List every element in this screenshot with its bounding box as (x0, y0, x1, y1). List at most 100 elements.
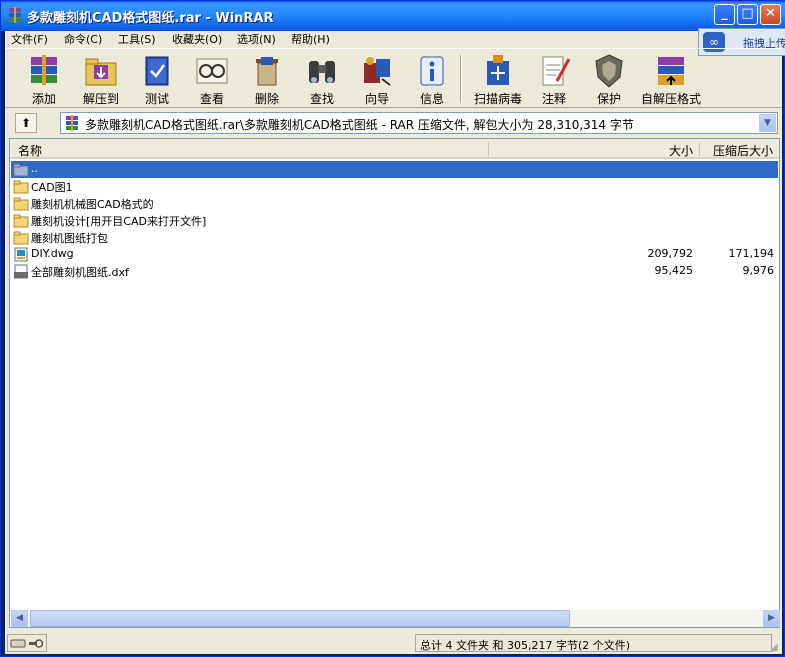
minimize-button[interactable]: _ (714, 4, 735, 25)
close-button[interactable]: ✕ (760, 4, 781, 25)
menu-file[interactable]: 文件(F) (11, 31, 48, 47)
file-name: 雕刻机图纸打包 (31, 232, 108, 245)
path-combobox[interactable]: 多款雕刻机CAD格式图纸.rar\多款雕刻机CAD格式图纸 - RAR 压缩文件… (60, 112, 778, 134)
file-list: 名称 大小 压缩后大小 .. CAD图1 雕刻机机械图CAD格式的 雕刻机设计[… (9, 138, 780, 628)
delete-label: 删除 (254, 92, 279, 106)
info-label: 信息 (419, 92, 444, 106)
list-row-file[interactable]: 全部雕刻机图纸.dxf 95,425 9,976 (11, 263, 778, 280)
file-name: 雕刻机设计[用开目CAD来打开文件] (31, 215, 207, 228)
folder-icon (13, 214, 29, 228)
list-row-file[interactable]: DIY.dwg 209,792 171,194 (11, 246, 778, 263)
resize-grip-icon[interactable]: ◢ (770, 642, 782, 654)
view-glasses-icon (196, 58, 228, 84)
test-button[interactable]: 测试 (130, 53, 184, 106)
find-label: 查找 (309, 92, 334, 106)
scan-virus-icon (487, 55, 509, 85)
column-divider[interactable] (488, 142, 489, 156)
find-binoculars-icon (309, 61, 335, 83)
drive-key-icon (10, 639, 44, 648)
maximize-button[interactable]: □ (737, 4, 758, 25)
wizard-icon (364, 57, 391, 86)
info-icon (420, 56, 444, 86)
file-size: 95,425 (654, 264, 694, 277)
comment-button[interactable]: 注释 (527, 53, 581, 106)
folder-icon (13, 197, 29, 211)
menu-favorites[interactable]: 收藏夹(O) (172, 31, 222, 47)
list-row-parent[interactable]: .. (11, 161, 778, 178)
menu-options[interactable]: 选项(N) (237, 31, 276, 47)
status-icons-panel (7, 634, 47, 652)
protect-label: 保护 (596, 92, 621, 106)
winrar-app-icon (9, 7, 21, 23)
file-name: 全部雕刻机图纸.dxf (31, 266, 129, 279)
file-name: .. (31, 162, 38, 175)
comment-icon (542, 56, 571, 86)
comment-label: 注释 (541, 92, 566, 106)
list-row-folder[interactable]: 雕刻机图纸打包 (11, 229, 778, 246)
file-size: 209,792 (647, 247, 694, 260)
path-text: 多款雕刻机CAD格式图纸.rar\多款雕刻机CAD格式图纸 - RAR 压缩文件… (85, 118, 634, 132)
delete-button[interactable]: 删除 (240, 53, 294, 106)
rar-archive-icon (66, 115, 78, 131)
folder-icon (13, 231, 29, 245)
file-name: 雕刻机机械图CAD格式的 (31, 198, 154, 211)
dwg-file-icon (14, 247, 28, 262)
menu-help[interactable]: 帮助(H) (291, 31, 330, 47)
list-row-folder[interactable]: 雕刻机机械图CAD格式的 (11, 195, 778, 212)
list-row-folder[interactable]: 雕刻机设计[用开目CAD来打开文件] (11, 212, 778, 229)
list-header: 名称 大小 压缩后大小 (10, 139, 779, 159)
test-book-icon (145, 56, 169, 86)
scroll-thumb[interactable] (30, 610, 570, 627)
protect-shield-icon (595, 54, 623, 88)
menu-bar: 文件(F) 命令(C) 工具(S) 收藏夹(O) 选项(N) 帮助(H) (5, 31, 782, 47)
status-text: 总计 4 文件夹 和 305,217 字节(2 个文件) (420, 639, 631, 652)
delete-recycle-icon (256, 57, 278, 86)
extract-to-label: 解压到 (82, 92, 119, 106)
menu-commands[interactable]: 命令(C) (64, 31, 102, 47)
chevron-down-icon[interactable]: ▼ (759, 114, 776, 132)
horizontal-scrollbar[interactable]: ◀ ▶ (11, 610, 780, 627)
title-bar[interactable]: 多款雕刻机CAD格式图纸.rar - WinRAR _ □ ✕ (1, 1, 785, 31)
protect-button[interactable]: 保护 (582, 53, 636, 106)
extract-folder-icon (85, 58, 117, 86)
menu-tools[interactable]: 工具(S) (118, 31, 156, 47)
sfx-label: 自解压格式 (640, 92, 701, 106)
column-header-size[interactable]: 大小 (669, 142, 693, 159)
up-arrow-icon: ⬆ (20, 116, 32, 130)
test-label: 测试 (144, 92, 169, 106)
column-divider[interactable] (699, 142, 700, 156)
find-button[interactable]: 查找 (295, 53, 349, 106)
view-button[interactable]: 查看 (185, 53, 239, 106)
status-bar: 总计 4 文件夹 和 305,217 字节(2 个文件) ◢ (5, 632, 782, 654)
add-books-icon (31, 55, 57, 85)
add-button[interactable]: 添加 (17, 53, 71, 106)
view-label: 查看 (199, 92, 224, 106)
file-packed-size: 9,976 (742, 264, 775, 277)
parent-folder-icon (13, 163, 29, 177)
list-row-folder[interactable]: CAD图1 (11, 178, 778, 195)
scroll-left-icon[interactable]: ◀ (11, 610, 28, 627)
file-packed-size: 171,194 (728, 247, 775, 260)
status-summary-panel: 总计 4 文件夹 和 305,217 字节(2 个文件) (415, 634, 772, 652)
extract-to-button[interactable]: 解压到 (74, 53, 128, 106)
window-title: 多款雕刻机CAD格式图纸.rar - WinRAR (27, 11, 274, 26)
address-bar: ⬆ 多款雕刻机CAD格式图纸.rar\多款雕刻机CAD格式图纸 - RAR 压缩… (5, 110, 782, 136)
scroll-right-icon[interactable]: ▶ (763, 610, 780, 627)
toolbar-separator (460, 55, 462, 103)
wizard-button[interactable]: 向导 (350, 53, 404, 106)
folder-icon (13, 180, 29, 194)
info-button[interactable]: 信息 (405, 53, 459, 106)
wizard-label: 向导 (364, 92, 389, 106)
file-name: CAD图1 (31, 181, 73, 194)
sfx-button[interactable]: 自解压格式 (637, 53, 705, 106)
column-header-packed[interactable]: 压缩后大小 (713, 142, 773, 159)
column-header-name[interactable]: 名称 (18, 142, 42, 159)
scan-virus-button[interactable]: 扫描病毒 (466, 53, 530, 106)
client-area: 文件(F) 命令(C) 工具(S) 收藏夹(O) 选项(N) 帮助(H) ∞ 拖… (5, 28, 785, 654)
dxf-file-icon (14, 264, 28, 279)
toolbar: 添加 解压到 测试 查看 删除 查找 向导 信息 扫描病毒 注释 保护 自解压格… (5, 48, 782, 108)
sfx-icon (658, 57, 684, 85)
add-label: 添加 (31, 92, 56, 106)
up-folder-button[interactable]: ⬆ (15, 113, 37, 133)
file-name: DIY.dwg (31, 247, 74, 260)
